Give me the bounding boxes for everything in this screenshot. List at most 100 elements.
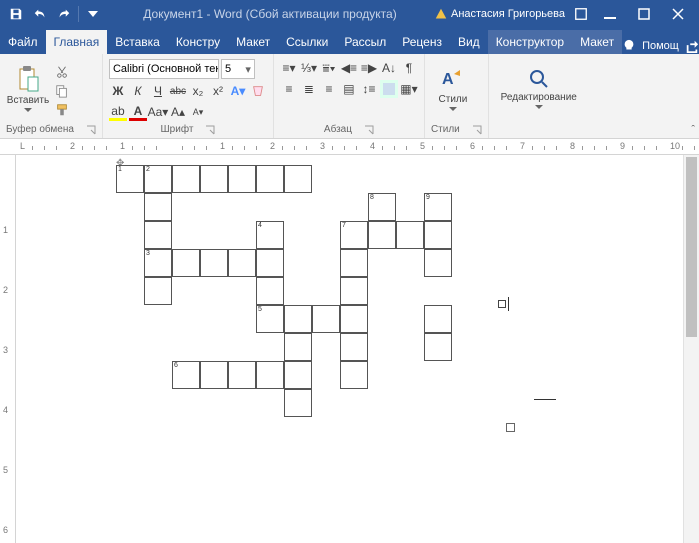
text-effects-icon[interactable]: A▾	[229, 82, 247, 100]
align-left-icon[interactable]: ≡	[280, 80, 298, 98]
crossword-cell[interactable]	[228, 165, 256, 193]
sort-icon[interactable]: A↓	[380, 59, 398, 77]
tell-me-label[interactable]: Помощ	[642, 40, 679, 52]
crossword-cell[interactable]	[256, 277, 284, 305]
crossword-cell[interactable]	[284, 165, 312, 193]
crossword-cell[interactable]	[144, 277, 172, 305]
grow-font-icon[interactable]: A▴	[169, 103, 187, 121]
crossword-cell[interactable]	[340, 249, 368, 277]
crossword-cell[interactable]	[200, 165, 228, 193]
increase-indent-icon[interactable]: ≡▶	[360, 59, 378, 77]
crossword-cell[interactable]	[424, 221, 452, 249]
tab-insert[interactable]: Вставка	[107, 30, 168, 54]
scrollbar-thumb[interactable]	[686, 157, 697, 337]
crossword-cell[interactable]	[340, 333, 368, 361]
crossword-cell[interactable]	[340, 305, 368, 333]
crossword-cell[interactable]	[284, 361, 312, 389]
borders-icon[interactable]: ▦▾	[400, 80, 418, 98]
multilevel-icon[interactable]: ⩸▾	[320, 59, 338, 77]
font-name-combo[interactable]: Calibri (Основной тек▾	[109, 59, 219, 79]
scrollbar-vertical[interactable]	[683, 155, 699, 543]
crossword-cell[interactable]	[144, 193, 172, 221]
maximize-button[interactable]	[627, 2, 661, 26]
tab-design[interactable]: Констру	[168, 30, 228, 54]
editing-button[interactable]: Редактирование	[495, 57, 583, 119]
crossword-cell[interactable]	[340, 361, 368, 389]
qat-customize-icon[interactable]	[81, 2, 105, 26]
account-icon[interactable]	[569, 2, 593, 26]
shading-icon[interactable]	[380, 80, 398, 98]
tell-me-icon[interactable]	[622, 39, 636, 53]
font-size-combo[interactable]: 5▾	[221, 59, 255, 79]
crossword-cell[interactable]	[172, 165, 200, 193]
italic-button[interactable]: К	[129, 82, 147, 100]
strike-button[interactable]: abc	[169, 82, 187, 100]
crossword-cell[interactable]	[256, 165, 284, 193]
ruler-horizontal[interactable]: L2112345678910	[0, 139, 699, 155]
font-color-icon[interactable]: A	[129, 103, 147, 121]
crossword-cell[interactable]	[256, 249, 284, 277]
dialog-launcher-icon[interactable]	[205, 125, 215, 135]
show-marks-icon[interactable]: ¶	[400, 59, 418, 77]
tab-layout[interactable]: Макет	[228, 30, 278, 54]
document-canvas[interactable]: ✥ 128947356	[16, 155, 683, 543]
crossword-cell[interactable]	[144, 221, 172, 249]
styles-button[interactable]: A Стили	[431, 57, 475, 119]
paste-button[interactable]: Вставить	[6, 57, 50, 119]
crossword-cell[interactable]	[424, 333, 452, 361]
crossword-cell[interactable]	[284, 333, 312, 361]
table-resize-handle-icon[interactable]	[506, 423, 515, 432]
crossword-cell[interactable]	[424, 249, 452, 277]
crossword-cell[interactable]	[340, 277, 368, 305]
tab-table-design[interactable]: Конструктор	[488, 30, 572, 54]
crossword-cell[interactable]	[256, 361, 284, 389]
share-icon[interactable]	[685, 39, 699, 53]
underline-button[interactable]: Ч	[149, 82, 167, 100]
redo-icon[interactable]	[52, 2, 76, 26]
close-button[interactable]	[661, 2, 695, 26]
align-right-icon[interactable]: ≡	[320, 80, 338, 98]
minimize-button[interactable]	[593, 2, 627, 26]
bullets-icon[interactable]: ≡▾	[280, 59, 298, 77]
bold-button[interactable]: Ж	[109, 82, 127, 100]
crossword-cell[interactable]	[312, 305, 340, 333]
justify-icon[interactable]: ▤	[340, 80, 358, 98]
tab-home[interactable]: Главная	[46, 30, 108, 54]
tab-table-layout[interactable]: Макет	[572, 30, 622, 54]
crossword-cell[interactable]	[424, 305, 452, 333]
crossword-cell[interactable]	[172, 249, 200, 277]
user-chip[interactable]: Анастасия Григорьева	[435, 8, 565, 20]
crossword-cell[interactable]	[284, 305, 312, 333]
save-icon[interactable]	[4, 2, 28, 26]
collapse-ribbon-icon[interactable]: ˆ	[691, 124, 695, 136]
format-painter-icon[interactable]	[52, 102, 72, 118]
highlight-icon[interactable]: ab	[109, 103, 127, 121]
crossword-cell[interactable]	[200, 249, 228, 277]
crossword-cell[interactable]	[228, 361, 256, 389]
crossword-cell[interactable]	[396, 221, 424, 249]
tab-references[interactable]: Ссылки	[278, 30, 336, 54]
crossword-cell[interactable]	[284, 389, 312, 417]
decrease-indent-icon[interactable]: ◀≡	[340, 59, 358, 77]
tab-review[interactable]: Реценз	[394, 30, 450, 54]
subscript-button[interactable]: x₂	[189, 82, 207, 100]
crossword-cell[interactable]	[200, 361, 228, 389]
tab-mailings[interactable]: Рассыл	[336, 30, 394, 54]
clear-format-icon[interactable]	[249, 82, 267, 100]
dialog-launcher-icon[interactable]	[472, 125, 482, 135]
undo-icon[interactable]	[28, 2, 52, 26]
align-center-icon[interactable]: ≣	[300, 80, 318, 98]
ruler-vertical[interactable]: 123456	[0, 155, 16, 543]
copy-icon[interactable]	[52, 83, 72, 99]
dialog-launcher-icon[interactable]	[364, 125, 374, 135]
numbering-icon[interactable]: ⅓▾	[300, 59, 318, 77]
superscript-button[interactable]: x²	[209, 82, 227, 100]
tab-file[interactable]: Файл	[0, 30, 46, 54]
dialog-launcher-icon[interactable]	[86, 125, 96, 135]
crossword-cell[interactable]	[228, 249, 256, 277]
line-spacing-icon[interactable]: ↕≡	[360, 80, 378, 98]
change-case-icon[interactable]: Aa▾	[149, 103, 167, 121]
tab-view[interactable]: Вид	[450, 30, 488, 54]
cut-icon[interactable]	[52, 64, 72, 80]
shrink-font-icon[interactable]: A▾	[189, 103, 207, 121]
